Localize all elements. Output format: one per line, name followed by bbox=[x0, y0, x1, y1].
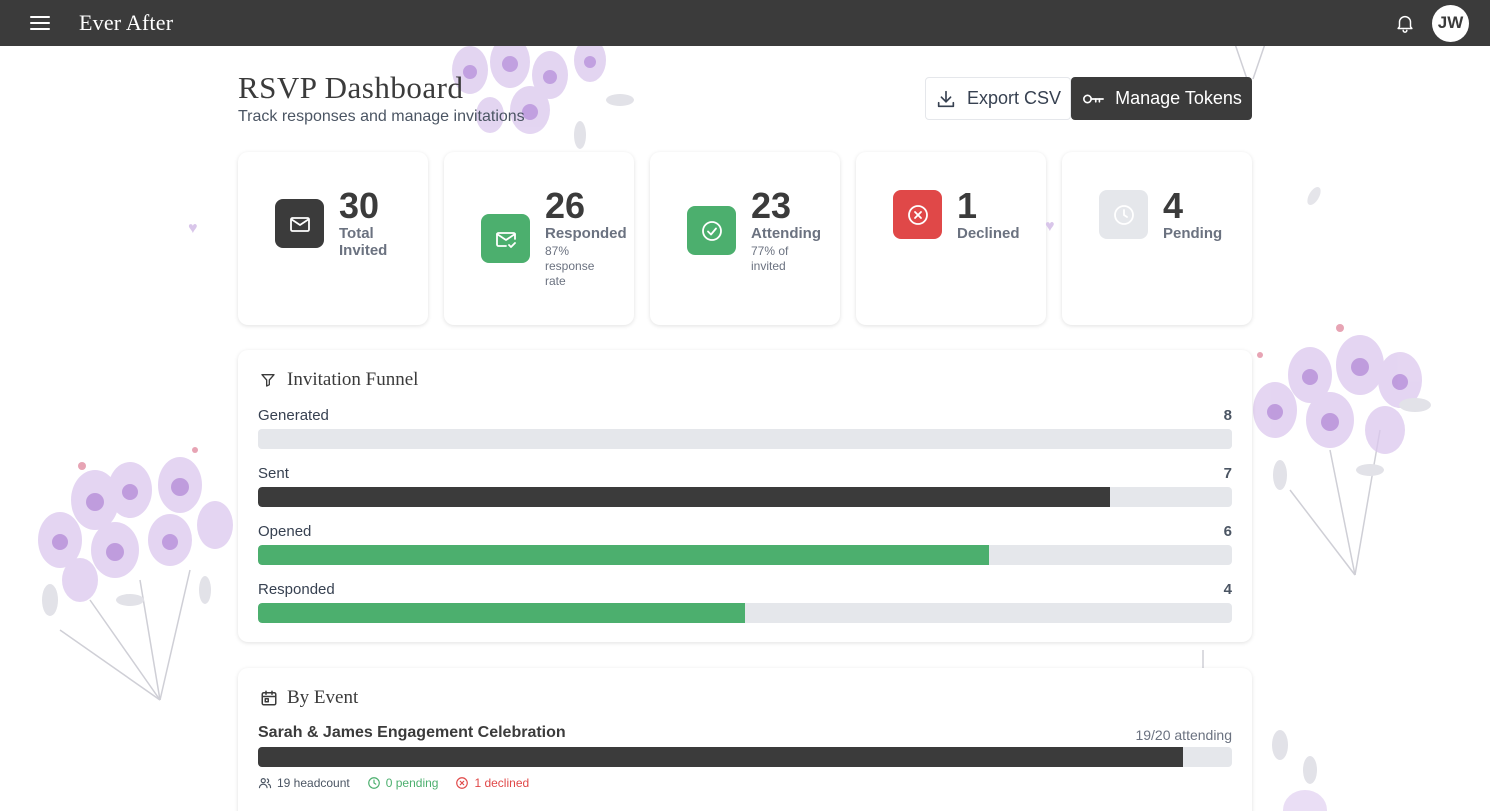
stat-value: 1 bbox=[957, 185, 978, 226]
clock-icon bbox=[1099, 190, 1148, 239]
funnel-label-opened: Opened bbox=[258, 523, 312, 540]
stat-label: Responded bbox=[545, 225, 627, 242]
stat-value: 4 bbox=[1163, 185, 1184, 226]
event-attendance-bar bbox=[258, 747, 1232, 767]
funnel-count-sent: 7 bbox=[1223, 465, 1232, 482]
floral-decoration-right bbox=[1220, 310, 1450, 580]
stat-label: Pending bbox=[1163, 225, 1223, 242]
stat-value: 30 bbox=[339, 185, 380, 226]
calendar-icon bbox=[261, 690, 277, 706]
stat-subtext: 87% response rate bbox=[545, 244, 595, 288]
stat-card-responded: 26 Responded 87% response rate bbox=[444, 152, 634, 325]
petal-decoration bbox=[1305, 184, 1323, 208]
stat-value: 23 bbox=[751, 185, 792, 226]
avatar[interactable]: JW bbox=[1432, 4, 1469, 42]
pending-info: 0 pending bbox=[367, 776, 439, 790]
funnel-bar-fill bbox=[258, 545, 989, 565]
heart-decoration: ♥ bbox=[1045, 218, 1055, 235]
funnel-bar-responded bbox=[258, 603, 1232, 623]
funnel-bar-generated bbox=[258, 429, 1232, 449]
stat-subtext: 77% of invited bbox=[751, 244, 789, 273]
event-meta: 19 headcount 0 pending 1 declined bbox=[258, 776, 546, 790]
export-csv-button[interactable]: Export CSV bbox=[925, 77, 1071, 120]
floral-decoration-left bbox=[20, 430, 250, 710]
brand-logo[interactable]: Ever After bbox=[79, 10, 173, 36]
mail-icon bbox=[275, 199, 324, 248]
panel-title: Invitation Funnel bbox=[287, 369, 419, 390]
funnel-bar-fill bbox=[258, 487, 1111, 507]
funnel-count-responded: 4 bbox=[1223, 581, 1232, 598]
event-attendance-fill bbox=[258, 747, 1184, 767]
funnel-bar-opened bbox=[258, 545, 1232, 565]
declined-info: 1 declined bbox=[455, 776, 529, 790]
mail-check-icon bbox=[481, 214, 530, 263]
pending-text: 0 pending bbox=[385, 776, 439, 790]
stat-label: Attending bbox=[751, 225, 821, 242]
stat-label: Declined bbox=[957, 225, 1020, 242]
funnel-label-sent: Sent bbox=[258, 465, 289, 482]
invitation-funnel-panel: Invitation Funnel Generated 8 Sent 7 Ope… bbox=[238, 350, 1252, 642]
funnel-bar-sent bbox=[258, 487, 1232, 507]
funnel-label-generated: Generated bbox=[258, 407, 329, 424]
stat-card-pending: 4 Pending bbox=[1062, 152, 1252, 325]
funnel-label-responded: Responded bbox=[258, 581, 335, 598]
download-icon bbox=[937, 90, 955, 107]
declined-text: 1 declined bbox=[474, 776, 530, 790]
clock-icon bbox=[367, 777, 380, 789]
app-header: Ever After JW bbox=[0, 0, 1490, 46]
event-attending-ratio: 19/20 attending bbox=[1135, 727, 1232, 743]
headcount-text: 19 headcount bbox=[277, 776, 350, 790]
users-icon bbox=[258, 778, 272, 789]
funnel-bar-fill bbox=[258, 429, 1232, 449]
stat-card-declined: 1 Declined bbox=[856, 152, 1046, 325]
check-circle-icon bbox=[687, 206, 736, 255]
stat-card-total-invited: 30 Total Invited bbox=[238, 152, 428, 325]
bell-icon[interactable] bbox=[1394, 12, 1416, 34]
stat-value: 26 bbox=[545, 185, 586, 226]
filter-icon bbox=[261, 374, 275, 387]
headcount-info: 19 headcount bbox=[258, 776, 350, 790]
page-title: RSVP Dashboard bbox=[238, 70, 464, 105]
event-name[interactable]: Sarah & James Engagement Celebration bbox=[258, 724, 566, 742]
key-icon bbox=[1083, 94, 1105, 103]
stat-label: Total Invited bbox=[339, 225, 388, 260]
manage-tokens-button[interactable]: Manage Tokens bbox=[1071, 77, 1252, 120]
funnel-count-opened: 6 bbox=[1223, 523, 1232, 540]
panel-title: By Event bbox=[287, 687, 359, 708]
stat-card-attending: 23 Attending 77% of invited bbox=[650, 152, 840, 325]
manage-tokens-label: Manage Tokens bbox=[1115, 88, 1242, 108]
x-circle-icon bbox=[893, 190, 942, 239]
funnel-bar-fill bbox=[258, 603, 745, 623]
funnel-count-generated: 8 bbox=[1223, 407, 1232, 424]
menu-icon[interactable] bbox=[27, 13, 53, 33]
heart-decoration: ♥ bbox=[188, 220, 198, 237]
export-csv-label: Export CSV bbox=[966, 88, 1062, 108]
page-subtitle: Track responses and manage invitations bbox=[238, 108, 525, 125]
x-circle-icon bbox=[456, 777, 469, 789]
by-event-panel: By Event Sarah & James Engagement Celebr… bbox=[238, 668, 1252, 811]
